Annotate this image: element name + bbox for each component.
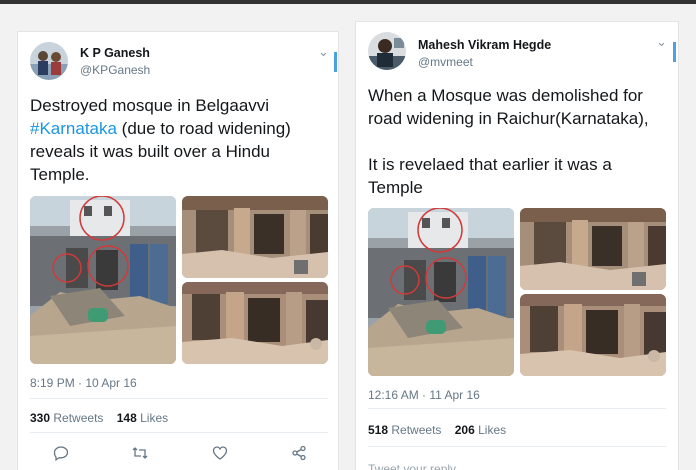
reply-input[interactable]: Tweet your reply [368,462,456,470]
accent-bar [673,42,676,62]
chevron-down-icon[interactable]: ⌄ [656,34,667,50]
author-handle[interactable]: @KPGanesh [80,63,150,77]
retweets-label[interactable]: Retweets [53,411,103,425]
reply-icon[interactable] [52,444,70,462]
likes-label[interactable]: Likes [140,411,168,425]
divider [368,446,666,447]
engagement-stats: 330 Retweets 148 Likes [30,411,168,425]
like-count[interactable]: 148 [117,411,137,425]
tweet-timestamp[interactable]: 8:19 PM · 10 Apr 16 [30,376,137,390]
avatar[interactable] [30,42,68,80]
tweet-text: Destroyed mosque in Belgaavvi #Karnataka… [30,96,291,184]
retweet-count[interactable]: 518 [368,423,388,437]
tweet-timestamp[interactable]: 12:16 AM · 11 Apr 16 [368,388,480,402]
tweet-card-kpganesh[interactable]: K P Ganesh @KPGanesh ⌄ Destroyed mosque … [18,32,338,470]
likes-label[interactable]: Likes [478,423,506,437]
hashtag-link[interactable]: #Karnataka [30,119,117,138]
retweet-count[interactable]: 330 [30,411,50,425]
photo-collapsed-mosque[interactable] [30,196,176,364]
chevron-down-icon[interactable]: ⌄ [318,44,329,60]
author-name[interactable]: Mahesh Vikram Hegde [418,38,551,52]
heart-icon[interactable] [211,444,229,462]
avatar[interactable] [368,32,406,70]
divider [30,398,328,399]
divider [30,432,328,433]
photo-ruins-bottom[interactable] [182,282,328,364]
accent-bar [334,52,337,72]
photo-collapsed-mosque[interactable] [368,208,514,376]
share-icon[interactable] [290,444,308,462]
action-bar [52,444,308,462]
photo-ruins-top[interactable] [520,208,666,290]
photo-ruins-top[interactable] [182,196,328,278]
top-edge-bar [0,0,696,4]
photo-ruins-bottom[interactable] [520,294,666,376]
retweet-icon[interactable] [131,444,149,462]
engagement-stats: 518 Retweets 206 Likes [368,423,506,437]
author-name[interactable]: K P Ganesh [80,46,150,60]
tweet-card-mvmeet[interactable]: Mahesh Vikram Hegde @mvmeet ⌄ When a Mos… [356,22,678,470]
retweets-label[interactable]: Retweets [391,423,441,437]
author-handle[interactable]: @mvmeet [418,55,473,69]
tweet-text: When a Mosque was demolished for road wi… [368,86,649,197]
divider [368,408,666,409]
like-count[interactable]: 206 [455,423,475,437]
